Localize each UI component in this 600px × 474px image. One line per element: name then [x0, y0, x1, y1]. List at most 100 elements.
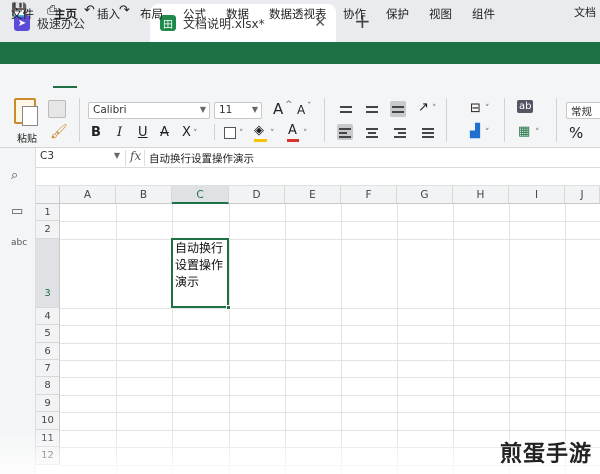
chevron-down-icon[interactable]: ˅ [239, 129, 244, 139]
comment-icon[interactable]: ▭ [11, 204, 23, 219]
row-header-2[interactable]: 2 [36, 221, 60, 239]
formula-divider [144, 150, 145, 166]
quick-access-bar [0, 42, 600, 64]
table-style-icon[interactable]: ▦ [518, 124, 530, 139]
name-box[interactable]: C3 ▼ [36, 150, 124, 166]
font-name-value: Calibri [93, 104, 127, 116]
underline-button[interactable]: U [138, 125, 148, 140]
fill-handle[interactable] [226, 305, 231, 310]
fill-color-icon[interactable]: ◈ [254, 123, 264, 138]
menu-protect[interactable]: 保护 [386, 6, 409, 22]
function-icon[interactable]: fx [130, 149, 141, 163]
document-title: 文档 [574, 6, 596, 19]
paste-icon[interactable] [14, 98, 38, 126]
menu-pivot[interactable]: 数据透视表 [269, 6, 327, 22]
shrink-arrow-icon: ˇ [307, 102, 312, 112]
font-name-select[interactable]: Calibri ▼ [88, 102, 210, 119]
font-size-select[interactable]: 11 ▼ [214, 102, 262, 119]
menu-formula[interactable]: 公式 [183, 6, 206, 22]
row-header-6[interactable]: 6 [36, 343, 60, 360]
redo-icon[interactable]: ↷ [119, 3, 130, 18]
menu-insert[interactable]: 插入 [97, 6, 120, 22]
strikethrough-button[interactable]: A [160, 125, 169, 140]
subscript-button[interactable]: X [182, 125, 191, 140]
column-header-h[interactable]: H [453, 186, 509, 204]
paste-button[interactable]: 粘贴 [17, 130, 37, 145]
chevron-down-icon[interactable]: ˅ [432, 104, 437, 114]
gridline [60, 325, 600, 326]
align-bottom-line [392, 106, 404, 108]
active-menu-indicator [53, 86, 77, 88]
spellcheck-side-icon[interactable]: abc [11, 238, 27, 248]
chevron-down-icon[interactable]: ˅ [485, 104, 490, 114]
align-bottom-icon[interactable] [390, 101, 406, 117]
format-painter-icon[interactable]: 🖌 [50, 124, 68, 140]
spellcheck-icon[interactable]: ab [517, 100, 534, 113]
row-header-5[interactable]: 5 [36, 325, 60, 343]
column-header-d[interactable]: D [229, 186, 285, 204]
undo-icon[interactable]: ↶ [84, 3, 95, 18]
menu-collab[interactable]: 协作 [343, 6, 366, 22]
ribbon-separator [214, 124, 215, 140]
borders-icon[interactable] [224, 127, 236, 139]
row-header-10[interactable]: 10 [36, 412, 60, 430]
select-all-corner[interactable] [36, 186, 60, 204]
gridline [60, 343, 600, 344]
gridline [60, 221, 600, 222]
chevron-down-icon: ▼ [113, 151, 120, 160]
font-size-value: 11 [219, 104, 233, 116]
chevron-down-icon: ▼ [251, 105, 258, 114]
gridline [60, 239, 600, 240]
column-header-j[interactable]: J [565, 186, 600, 204]
column-header-b[interactable]: B [116, 186, 172, 204]
gridline [60, 395, 600, 396]
menu-view[interactable]: 视图 [429, 6, 452, 22]
watermark: 煎蛋手游 [499, 442, 592, 467]
chevron-down-icon[interactable]: ˅ [485, 128, 490, 138]
search-icon[interactable]: ⌕ [11, 168, 18, 183]
column-header-e[interactable]: E [285, 186, 341, 204]
text-orientation-icon[interactable]: ↗ [418, 100, 429, 115]
grow-font-button[interactable]: A [273, 100, 283, 118]
row-header-4[interactable]: 4 [36, 308, 60, 325]
column-header-f[interactable]: F [341, 186, 397, 204]
merge-cells-icon[interactable]: ▟ [470, 124, 480, 139]
number-format-value: 常规 [571, 106, 592, 118]
grow-arrow-icon: ^ [285, 100, 293, 110]
row-header-8[interactable]: 8 [36, 377, 60, 395]
menu-data[interactable]: 数据 [226, 6, 249, 22]
chevron-down-icon[interactable]: ˅ [303, 129, 308, 139]
column-header-g[interactable]: G [397, 186, 453, 204]
italic-button[interactable]: I [117, 125, 122, 140]
bold-button[interactable]: B [91, 125, 101, 140]
row-header-9[interactable]: 9 [36, 395, 60, 412]
font-color-button[interactable]: A [288, 123, 297, 138]
ribbon-separator [79, 98, 80, 142]
column-header-i[interactable]: I [509, 186, 565, 204]
left-side-panel [0, 148, 36, 474]
menu-bar [0, 64, 600, 90]
column-header-a[interactable]: A [60, 186, 116, 204]
sheet-top-strip [36, 168, 600, 186]
copy-icon[interactable] [48, 100, 66, 118]
chevron-down-icon[interactable]: ˅ [193, 129, 198, 139]
formula-input[interactable]: 自动换行设置操作演示 [149, 151, 254, 166]
row-header-7[interactable]: 7 [36, 360, 60, 377]
row-header-1[interactable]: 1 [36, 204, 60, 221]
gridline [60, 412, 600, 413]
number-format-select[interactable]: 常规 [566, 102, 600, 119]
menu-file[interactable]: 文件 [11, 6, 34, 22]
menu-home[interactable]: 主页 [54, 6, 77, 22]
column-header-c[interactable]: C [172, 186, 229, 204]
chevron-down-icon[interactable]: ˅ [270, 129, 275, 139]
wrap-text-icon[interactable]: ⊟ [470, 101, 481, 116]
align-bottom-line [392, 111, 404, 113]
gridline [60, 377, 600, 378]
row-header-3[interactable]: 3 [36, 239, 60, 308]
menu-components[interactable]: 组件 [472, 6, 495, 22]
shrink-font-button[interactable]: A [297, 103, 305, 117]
menu-layout[interactable]: 布局 [140, 6, 163, 22]
percent-button[interactable]: % [569, 124, 583, 142]
cell-c3-text: 自动换行设置操作演示 [175, 241, 224, 289]
chevron-down-icon[interactable]: ˅ [535, 128, 540, 138]
